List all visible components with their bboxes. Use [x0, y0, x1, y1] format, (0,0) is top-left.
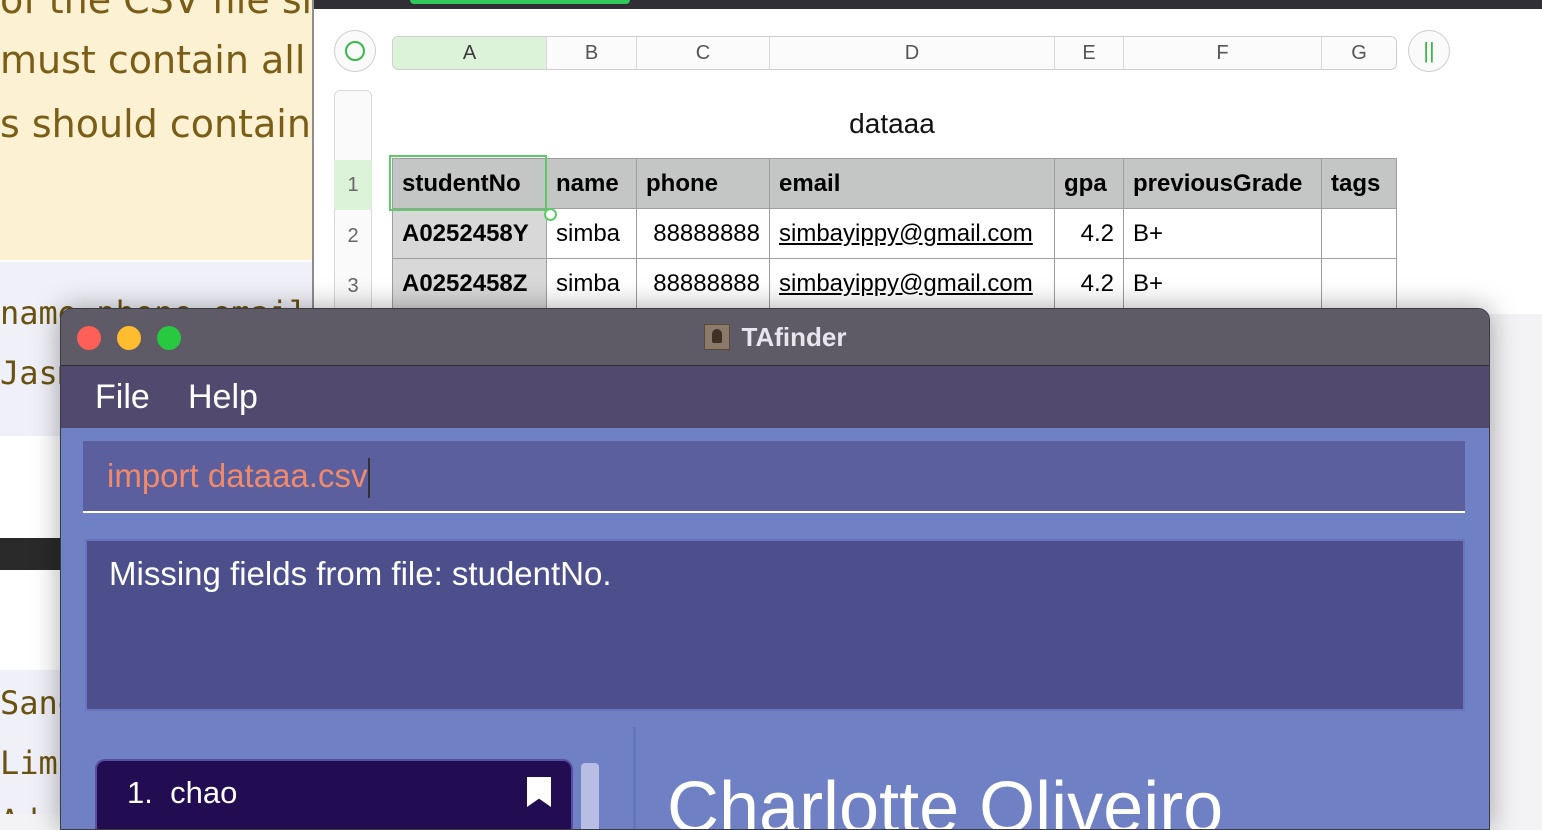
cell-name[interactable]: simba [546, 258, 637, 309]
table-row: A0252458Z simba 88888888 simbayippy@gmai… [392, 258, 1397, 309]
column-header-c[interactable]: C [637, 37, 770, 69]
cell-phone[interactable]: 88888888 [636, 208, 770, 259]
cell-previousgrade[interactable]: B+ [1123, 208, 1322, 259]
spreadsheet-window: || A B C D E F G 1 2 3 dataaa studentNo … [312, 0, 1542, 322]
result-message: Missing fields from file: studentNo. [109, 555, 612, 592]
header-cell-email[interactable]: email [769, 158, 1055, 209]
cell-phone[interactable]: 88888888 [636, 258, 770, 309]
column-header-a[interactable]: A [393, 37, 547, 69]
column-header-g[interactable]: G [1322, 37, 1396, 69]
header-cell-phone[interactable]: phone [636, 158, 770, 209]
person-list-label: 1. chao [127, 775, 237, 811]
doc-line-3: s should contain [0, 102, 311, 146]
doc-line-1: of the CSV file sh [0, 0, 312, 22]
cell-studentno[interactable]: A0252458Y [392, 208, 547, 259]
tafinder-window: TAfinder File Help import dataaa.csv Mis… [60, 308, 1490, 830]
row-header-1[interactable]: 1 [334, 160, 372, 210]
menu-help[interactable]: Help [188, 378, 258, 417]
person-index: 1. [127, 775, 153, 810]
select-all-button[interactable] [334, 30, 376, 72]
list-scrollbar[interactable] [581, 763, 599, 829]
doc-code-line-4: Lim [0, 744, 58, 782]
cell-gpa[interactable]: 4.2 [1054, 258, 1124, 309]
command-input[interactable]: import dataaa.csv [107, 457, 371, 499]
column-header-d[interactable]: D [770, 37, 1055, 69]
menu-bar: File Help [61, 366, 1489, 428]
column-header-b[interactable]: B [547, 37, 637, 69]
window-title: TAfinder [741, 321, 847, 352]
title-bar[interactable]: TAfinder [61, 309, 1489, 366]
person-list-item[interactable]: 1. chao [95, 759, 573, 829]
table-row: A0252458Y simba 88888888 simbayippy@gmai… [392, 208, 1397, 259]
column-headers: A B C D E F G [392, 36, 1397, 70]
cell-studentno[interactable]: A0252458Z [392, 258, 547, 309]
row-header-3[interactable]: 3 [334, 261, 372, 311]
active-tab-indicator [410, 0, 630, 4]
table-header-row: studentNo name phone email gpa previousG… [392, 158, 1397, 209]
person-name: chao [170, 775, 238, 810]
bookmark-icon[interactable] [527, 777, 551, 807]
fill-handle[interactable] [544, 208, 557, 221]
cell-name[interactable]: simba [546, 208, 637, 259]
header-cell-studentno[interactable]: studentNo [392, 158, 547, 209]
cell-gpa[interactable]: 4.2 [1054, 208, 1124, 259]
result-display: Missing fields from file: studentNo. [85, 539, 1465, 711]
window-title-group: TAfinder [61, 309, 1489, 365]
cell-email[interactable]: simbayippy@gmail.com [769, 208, 1055, 259]
header-cell-previousgrade[interactable]: previousGrade [1123, 158, 1322, 209]
menu-file[interactable]: File [95, 378, 150, 417]
header-cell-name[interactable]: name [546, 158, 637, 209]
doc-line-2: must contain all t [0, 38, 312, 82]
table-title[interactable]: dataaa [392, 108, 1392, 140]
cell-tags[interactable] [1321, 258, 1397, 309]
header-cell-tags[interactable]: tags [1321, 158, 1397, 209]
freeze-columns-button[interactable]: || [1408, 30, 1450, 72]
row-header-2[interactable]: 2 [334, 211, 372, 261]
cell-email[interactable]: simbayippy@gmail.com [769, 258, 1055, 309]
header-cell-gpa[interactable]: gpa [1054, 158, 1124, 209]
data-table: studentNo name phone email gpa previousG… [392, 158, 1397, 309]
text-caret [368, 458, 371, 499]
command-box[interactable]: import dataaa.csv [83, 441, 1465, 513]
column-header-e[interactable]: E [1055, 37, 1124, 69]
column-header-f[interactable]: F [1124, 37, 1322, 69]
app-contact-icon [703, 324, 730, 350]
cell-tags[interactable] [1321, 208, 1397, 259]
panel-divider[interactable] [633, 727, 636, 829]
cell-previousgrade[interactable]: B+ [1123, 258, 1322, 309]
doc-code-line-5: Ada [0, 802, 58, 814]
detail-person-name: Charlotte Oliveiro [667, 768, 1224, 830]
command-input-text: import dataaa.csv [107, 457, 368, 494]
